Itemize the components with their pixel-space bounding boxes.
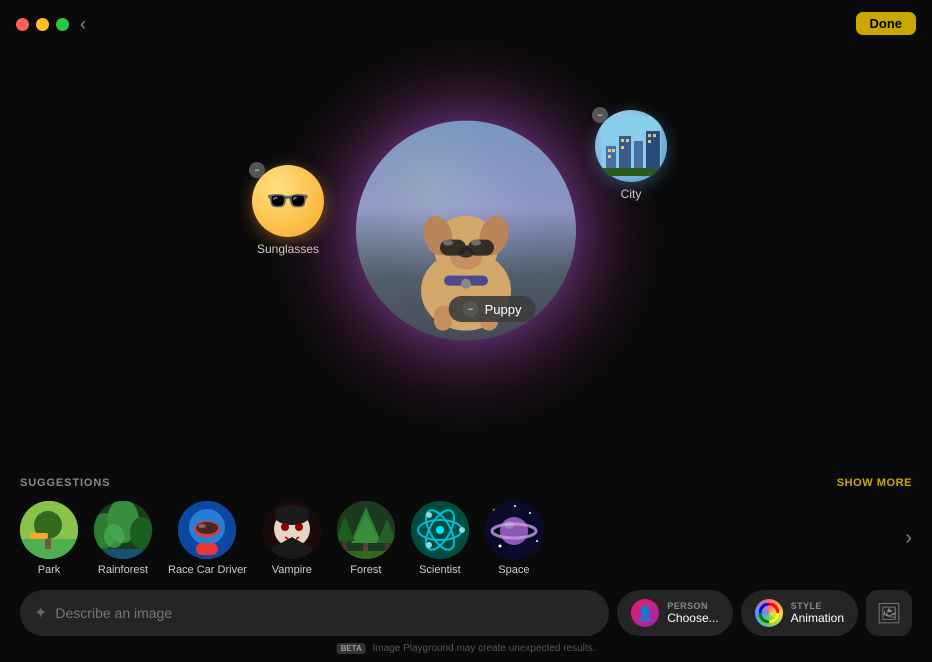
suggestion-park-label: Park (38, 564, 61, 576)
close-button[interactable] (16, 18, 29, 31)
suggestion-racecar-circle (178, 501, 236, 559)
beta-text: Image Playground may create unexpected r… (373, 643, 596, 654)
suggestion-vampire[interactable]: Vampire (263, 501, 321, 576)
puppy-remove-button[interactable]: − (463, 301, 479, 317)
suggestion-scientist[interactable]: Scientist (411, 501, 469, 576)
minimize-button[interactable] (36, 18, 49, 31)
suggestion-scientist-circle (411, 501, 469, 559)
city-prop[interactable]: − (595, 110, 667, 201)
city-svg (601, 116, 661, 176)
suggestion-vampire-circle (263, 501, 321, 559)
puppy-pill: − Puppy (449, 296, 536, 322)
style-label: STYLE (791, 601, 844, 611)
back-button[interactable]: ‹ (80, 14, 86, 35)
sunglasses-circle: 🕶️ (252, 165, 324, 237)
suggestion-forest-label: Forest (350, 564, 381, 576)
suggestions-section: SUGGESTIONS SHOW MORE Park (0, 477, 932, 576)
suggestion-space-label: Space (498, 564, 529, 576)
beta-badge: BETA (337, 643, 366, 654)
puppy-tag[interactable]: − Puppy (449, 296, 536, 322)
search-input-wrap[interactable]: ✦ (20, 590, 609, 636)
person-label: PERSON (667, 601, 718, 611)
sunglasses-emoji: 🕶️ (266, 180, 311, 222)
sunglasses-prop[interactable]: − 🕶️ Sunglasses (252, 165, 324, 256)
puppy-label: Puppy (485, 302, 522, 317)
suggestion-park-circle (20, 501, 78, 559)
person-button[interactable]: 👤 PERSON Choose... (617, 590, 732, 636)
sparkle-icon: ✦ (34, 603, 47, 623)
suggestion-racecar-label: Race Car Driver (168, 564, 247, 576)
suggestion-park[interactable]: Park (20, 501, 78, 576)
style-icon (755, 599, 783, 627)
sunglasses-label: Sunglasses (252, 242, 324, 256)
canvas-area: − 🕶️ Sunglasses − (0, 0, 932, 470)
suggestions-title: SUGGESTIONS (20, 477, 110, 489)
suggestion-racecar[interactable]: Race Car Driver (168, 501, 247, 576)
suggestion-space-circle (485, 501, 543, 559)
suggestions-row: Park Rainforest (20, 501, 912, 576)
chevron-right-button[interactable]: › (905, 527, 912, 550)
suggestion-forest-circle (337, 501, 395, 559)
city-remove-button[interactable]: − (592, 107, 608, 123)
suggestion-rainforest-circle (94, 501, 152, 559)
gallery-button[interactable]: 🖼 (866, 590, 912, 636)
suggestion-space[interactable]: Space (485, 501, 543, 576)
suggestion-forest[interactable]: Forest (337, 501, 395, 576)
style-text: STYLE Animation (791, 601, 844, 625)
style-button[interactable]: STYLE Animation (741, 590, 858, 636)
bottom-toolbar: ✦ 👤 PERSON Choose... STYLE Animation 🖼 (20, 590, 912, 636)
show-more-button[interactable]: SHOW MORE (837, 477, 912, 489)
suggestion-rainforest[interactable]: Rainforest (94, 501, 152, 576)
city-label: City (595, 187, 667, 201)
sunglasses-remove-button[interactable]: − (249, 162, 265, 178)
traffic-lights (16, 18, 69, 31)
beta-notice: BETA Image Playground may create unexpec… (337, 643, 596, 654)
gallery-icon: 🖼 (876, 601, 901, 626)
suggestion-rainforest-label: Rainforest (98, 564, 148, 576)
style-value: Animation (791, 611, 844, 625)
maximize-button[interactable] (56, 18, 69, 31)
city-circle (595, 110, 667, 182)
suggestion-vampire-label: Vampire (272, 564, 312, 576)
person-avatar: 👤 (631, 599, 659, 627)
done-button[interactable]: Done (856, 12, 917, 35)
person-text: PERSON Choose... (667, 601, 718, 625)
person-value: Choose... (667, 611, 718, 625)
suggestion-scientist-label: Scientist (419, 564, 461, 576)
suggestions-header: SUGGESTIONS SHOW MORE (20, 477, 912, 489)
search-input[interactable] (55, 605, 595, 621)
